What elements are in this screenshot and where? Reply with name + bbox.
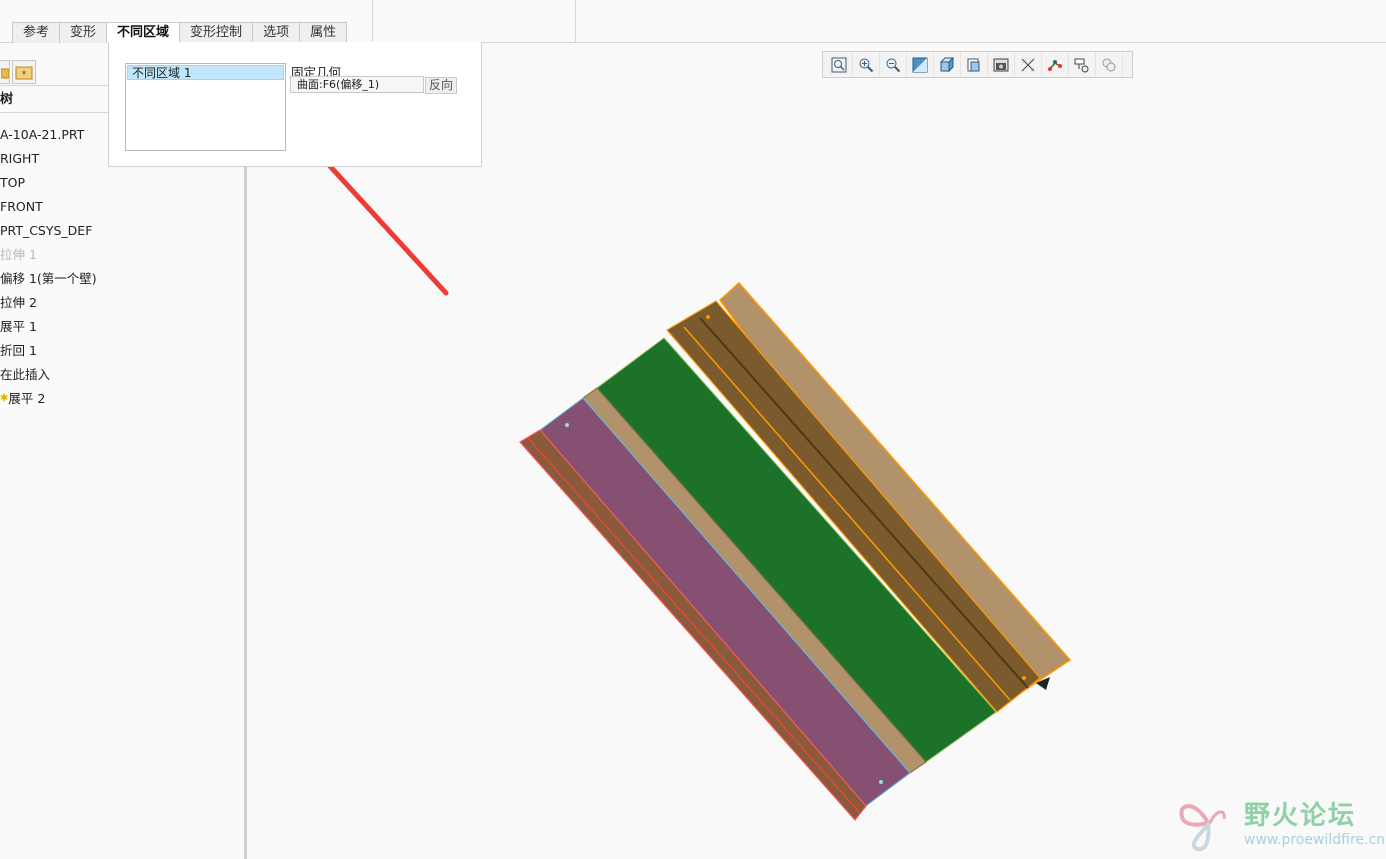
tree-item-top[interactable]: TOP — [0, 171, 97, 195]
svg-text:x: x — [1031, 67, 1034, 73]
tab-properties[interactable]: 属性 — [299, 22, 348, 43]
zoom-out-icon[interactable] — [880, 52, 907, 77]
top-bar: 参考 变形 不同区域 变形控制 选项 属性 — [0, 0, 1386, 44]
forum-watermark: 野火论坛 www.proewildfire.cn — [1176, 795, 1386, 853]
zoom-in-icon[interactable] — [853, 52, 880, 77]
tab-references[interactable]: 参考 — [12, 22, 61, 43]
tree-item-unbend-2[interactable]: ✱展平 2 — [0, 387, 97, 411]
repaint-icon[interactable] — [907, 52, 934, 77]
butterfly-logo-icon — [1179, 804, 1226, 852]
flip-button[interactable]: 反向 — [425, 77, 457, 94]
tab-warp[interactable]: 变形 — [59, 22, 108, 43]
tree-item-part[interactable]: A-10A-21.PRT — [0, 123, 97, 147]
feature-tabs: 参考 变形 不同区域 变形控制 选项 属性 — [12, 22, 348, 44]
tree-item-label: 展平 2 — [8, 391, 46, 406]
tree-item-unbend-1[interactable]: 展平 1 — [0, 315, 97, 339]
tree-item-extrude-2[interactable]: 拉伸 2 — [0, 291, 97, 315]
refit-icon[interactable] — [826, 52, 853, 77]
svg-text:*: * — [22, 70, 27, 80]
view-toolbar: xx — [822, 51, 1133, 78]
view-manager-icon[interactable] — [988, 52, 1015, 77]
model-point-marker — [1022, 676, 1026, 680]
tree-toolbar: * — [0, 60, 38, 84]
svg-text:x: x — [1023, 59, 1026, 65]
datum-display-icon[interactable]: xx — [1015, 52, 1042, 77]
tab-options[interactable]: 选项 — [252, 22, 301, 43]
separator — [372, 0, 373, 42]
saved-views-icon[interactable] — [961, 52, 988, 77]
region-list-item[interactable]: 不同区域 1 — [127, 65, 284, 80]
fixed-geometry-collector[interactable]: 曲面:F6(偏移_1) — [290, 76, 424, 93]
model-point-marker — [565, 423, 569, 427]
tree-item-bendback-1[interactable]: 折回 1 — [0, 339, 97, 363]
region-list[interactable]: 不同区域 1 — [125, 63, 286, 151]
appearance-icon[interactable] — [1096, 52, 1123, 77]
spin-center-icon[interactable] — [1042, 52, 1069, 77]
tree-item-insert-here[interactable]: 在此插入 — [0, 363, 97, 387]
tree-item-front[interactable]: FRONT — [0, 195, 97, 219]
tree-item-right[interactable]: RIGHT — [0, 147, 97, 171]
tree-item-extrude-1[interactable]: 拉伸 1 — [0, 243, 97, 267]
folder-icon[interactable] — [0, 60, 10, 84]
tree-item-csys[interactable]: PRT_CSYS_DEF — [0, 219, 97, 243]
watermark-title: 野火论坛 — [1244, 801, 1357, 831]
watermark-url: www.proewildfire.cn — [1244, 832, 1386, 848]
annotation-display-icon[interactable] — [1069, 52, 1096, 77]
tree-item-offset-1[interactable]: 偏移 1(第一个壁) — [0, 267, 97, 291]
display-style-icon[interactable] — [934, 52, 961, 77]
tab-warp-control[interactable]: 变形控制 — [179, 22, 254, 43]
different-regions-panel: 不同区域 1 固定几何 曲面:F6(偏移_1) 反向 — [108, 42, 482, 167]
favorites-folder-icon[interactable]: * — [12, 60, 36, 84]
model-point-marker — [706, 315, 710, 319]
model-point-marker — [879, 780, 883, 784]
tab-different-regions[interactable]: 不同区域 — [106, 22, 181, 44]
separator — [575, 0, 576, 42]
model-tree: A-10A-21.PRT RIGHT TOP FRONT PRT_CSYS_DE… — [0, 123, 97, 411]
